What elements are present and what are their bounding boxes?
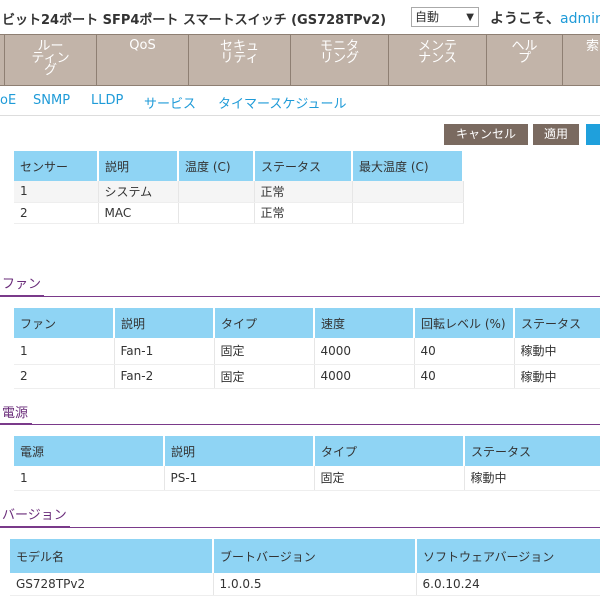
table-cell: 1 (14, 181, 99, 203)
column-header: 最大温度 (C) (352, 151, 464, 181)
table-cell: 1 (14, 338, 115, 365)
table-cell: Fan-1 (114, 338, 215, 365)
table-cell: 稼動中 (514, 364, 600, 389)
table-cell: PS-1 (164, 466, 315, 491)
table-cell: 正常 (254, 181, 353, 203)
table-cell: システム (98, 181, 179, 203)
table-cell (352, 202, 464, 224)
divider (0, 527, 600, 528)
welcome-label: ようこそ、 (490, 11, 560, 27)
nav-routing[interactable]: ルー ティン グ (4, 35, 96, 85)
table-cell: 2 (14, 202, 99, 224)
table-row: 1 PS-1 固定 稼動中 (14, 466, 600, 491)
table-cell: 4000 (314, 338, 415, 365)
subnav-services[interactable]: サービス (144, 93, 196, 112)
table-header-row: 電源 説明 タイプ ステータス (14, 436, 600, 466)
version-section-title: バージョン (2, 508, 67, 523)
divider (0, 423, 32, 425)
nav-security[interactable]: セキュ リティ (188, 35, 290, 85)
column-header: 説明 (164, 436, 315, 466)
column-header: ステータス (464, 436, 600, 466)
column-header: タイプ (214, 308, 315, 338)
divider (0, 295, 44, 297)
cancel-button[interactable]: キャンセル (444, 124, 528, 145)
table-cell: Fan-2 (114, 364, 215, 389)
table-cell: 固定 (214, 364, 315, 389)
power-table: 電源 説明 タイプ ステータス 1 PS-1 固定 稼動中 (14, 436, 600, 491)
fan-table: ファン 説明 タイプ 速度 回転レベル (%) ステータス 1 Fan-1 固定… (14, 308, 600, 389)
table-header-row: センサー 説明 温度 (C) ステータス 最大温度 (C) (14, 151, 464, 181)
table-cell: 2 (14, 364, 115, 389)
table-cell: 固定 (314, 466, 465, 491)
sub-nav: oE SNMP LLDP サービス タイマースケジュール (0, 86, 600, 116)
language-select[interactable]: 自動 ▼ (411, 7, 479, 27)
table-cell: 固定 (214, 338, 315, 365)
power-section-title: 電源 (2, 406, 29, 421)
table-cell: 稼動中 (464, 466, 600, 491)
column-header: ソフトウェアバージョン (416, 539, 600, 573)
welcome-text: ようこそ、admin (490, 8, 600, 28)
table-cell: 正常 (254, 202, 353, 224)
subnav-snmp[interactable]: SNMP (33, 93, 70, 108)
column-header: 速度 (314, 308, 415, 338)
nav-monitoring[interactable]: モニタ リング (290, 35, 388, 85)
table-cell: MAC (98, 202, 179, 224)
table-cell (178, 181, 255, 203)
column-header: 説明 (98, 151, 179, 181)
apply-button[interactable]: 適用 (533, 124, 579, 145)
table-header-row: モデル名 ブートバージョン ソフトウェアバージョン (10, 539, 600, 573)
table-cell: 40 (414, 338, 515, 365)
table-cell: 40 (414, 364, 515, 389)
table-row: 2 Fan-2 固定 4000 40 稼動中 (14, 364, 600, 389)
column-header: 温度 (C) (178, 151, 255, 181)
table-cell (178, 202, 255, 224)
column-header: モデル名 (10, 539, 214, 573)
table-row: 1 Fan-1 固定 4000 40 稼動中 (14, 338, 600, 365)
chevron-down-icon: ▼ (466, 12, 474, 23)
table-cell (352, 181, 464, 203)
column-header: ステータス (254, 151, 353, 181)
table-row: 1 システム 正常 (14, 181, 464, 203)
product-title: ビット24ポート SFP4ポート スマートスイッチ (GS728TPv2) (2, 13, 387, 28)
column-header: ステータス (514, 308, 600, 338)
divider (0, 424, 600, 425)
nav-help[interactable]: ヘル プ (486, 35, 562, 85)
table-cell: 1.0.0.5 (213, 573, 417, 596)
column-header: タイプ (314, 436, 465, 466)
version-table: モデル名 ブートバージョン ソフトウェアバージョン GS728TPv2 1.0.… (10, 539, 600, 596)
table-cell: 4000 (314, 364, 415, 389)
table-row: 2 MAC 正常 (14, 202, 464, 224)
table-cell: 稼動中 (514, 338, 600, 365)
column-header: 電源 (14, 436, 165, 466)
header: ビット24ポート SFP4ポート スマートスイッチ (GS728TPv2) 自動… (0, 0, 600, 34)
table-cell: GS728TPv2 (10, 573, 214, 596)
column-header: ファン (14, 308, 115, 338)
nav-maintenance[interactable]: メンテ ナンス (388, 35, 486, 85)
subnav-timer-schedule[interactable]: タイマースケジュール (218, 93, 346, 112)
column-header: センサー (14, 151, 99, 181)
column-header: 回転レベル (%) (414, 308, 515, 338)
table-row: GS728TPv2 1.0.0.5 6.0.10.24 (10, 573, 600, 596)
column-header: 説明 (114, 308, 215, 338)
user-link[interactable]: admin (560, 11, 600, 27)
nav-index[interactable]: 索 (562, 35, 600, 85)
fan-section-title: ファン (2, 277, 42, 292)
main-nav: ルー ティン グ QoS セキュ リティ モニタ リング メンテ ナンス ヘル … (0, 34, 600, 86)
divider (0, 296, 600, 297)
sensor-table: センサー 説明 温度 (C) ステータス 最大温度 (C) 1 システム 正常 … (14, 151, 464, 224)
subnav-lldp[interactable]: LLDP (91, 93, 123, 108)
subnav-poe[interactable]: oE (0, 93, 16, 108)
divider (0, 526, 70, 528)
nav-qos[interactable]: QoS (96, 35, 188, 85)
table-cell: 1 (14, 466, 165, 491)
table-cell: 6.0.10.24 (416, 573, 600, 596)
language-value: 自動 (415, 10, 440, 24)
table-header-row: ファン 説明 タイプ 速度 回転レベル (%) ステータス (14, 308, 600, 338)
extra-button[interactable] (586, 124, 600, 145)
column-header: ブートバージョン (213, 539, 417, 573)
